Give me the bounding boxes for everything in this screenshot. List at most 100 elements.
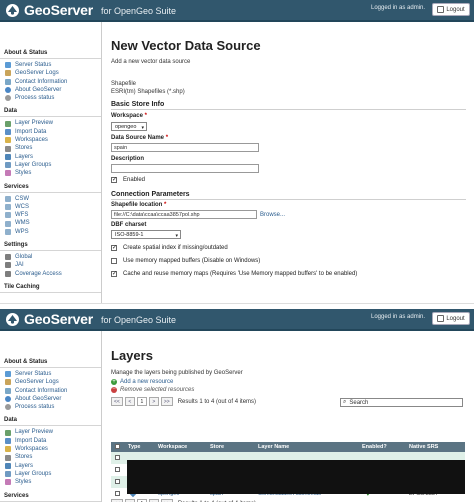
sidebar-item-wms[interactable]: WMS [0, 219, 101, 227]
sidebar-section-title: Tile Caching [0, 284, 101, 293]
row-checkbox[interactable] [115, 466, 120, 472]
sidebar-item-label: Stores [15, 454, 33, 461]
sidebar-item-label: Layer Groups [15, 470, 52, 477]
new-vector-data-source-screen: GeoServer for OpenGeo Suite Logged in as… [0, 0, 474, 303]
store-type-description: ESRI(tm) Shapefiles (*.shp) [111, 89, 185, 95]
sidebar-item-server-status[interactable]: Server Status [0, 61, 101, 69]
sidebar-item-workspaces[interactable]: Workspaces [0, 136, 101, 144]
cache-reuse-checkbox[interactable] [111, 270, 117, 277]
layers-screen: GeoServer for OpenGeo Suite Logged in as… [0, 309, 474, 502]
sidebar-item-global[interactable]: Global [0, 253, 101, 261]
sidebar-item-label: Layers [15, 153, 34, 160]
settings-icon [5, 270, 11, 277]
sidebar-item-process-status[interactable]: Process status [0, 94, 101, 102]
sidebar-item-label: Server Status [15, 62, 52, 68]
enabled-checkbox[interactable] [111, 176, 117, 183]
row-checkbox[interactable] [115, 478, 120, 484]
sidebar-item-stores[interactable]: Stores [0, 144, 101, 152]
sidebar-item-wfs[interactable]: WFS [0, 211, 101, 219]
sidebar-item-wcs[interactable]: WCS [0, 203, 101, 211]
remove-resources-link[interactable]: − Remove selected resources [111, 386, 474, 393]
sidebar-section-settings: Settings Global JAI Coverage Access [0, 242, 101, 278]
import-icon [5, 128, 11, 135]
col-workspace[interactable]: Workspace [158, 444, 210, 450]
sidebar-item-layer-preview[interactable]: Layer Preview [0, 428, 101, 436]
col-type[interactable]: Type [128, 444, 158, 450]
sidebar-item-workspaces[interactable]: Workspaces [0, 445, 101, 453]
page-description: Add a new vector data source [111, 59, 191, 65]
sidebar-item-label: Layer Preview [15, 120, 54, 127]
sidebar-item-process-status[interactable]: Process status [0, 403, 101, 411]
sidebar-item-coverage-access[interactable]: Coverage Access [0, 270, 101, 278]
description-input[interactable] [111, 164, 259, 173]
sidebar-item-geoserver-logs[interactable]: GeoServer Logs [0, 69, 101, 77]
select-all-checkbox[interactable] [115, 443, 120, 449]
logged-in-status: Logged in as admin. [371, 5, 426, 11]
sidebar-section-data: Data Layer Preview Import Data Workspace… [0, 417, 101, 486]
col-native-srs[interactable]: Native SRS [409, 444, 465, 450]
chevron-down-icon: ▾ [141, 125, 144, 131]
sidebar-section-title: Services [0, 493, 101, 502]
sidebar-item-stores[interactable]: Stores [0, 453, 101, 461]
sidebar-item-about-geoserver[interactable]: About GeoServer [0, 395, 101, 403]
sidebar-item-layers[interactable]: Layers [0, 462, 101, 470]
data-source-name-input[interactable]: spain [111, 143, 259, 152]
col-enabled[interactable]: Enabled? [362, 444, 409, 450]
browse-link[interactable]: Browse... [260, 212, 285, 218]
add-resource-link[interactable]: + Add a new resource [111, 379, 474, 385]
settings-icon [5, 254, 11, 261]
server-status-icon [5, 62, 11, 69]
sidebar-item-import-data[interactable]: Import Data [0, 437, 101, 445]
sidebar-item-layer-groups[interactable]: Layer Groups [0, 161, 101, 169]
col-layer-name[interactable]: Layer Name [258, 444, 362, 450]
cache-reuse-row: Cache and reuse memory maps (Requires 'U… [111, 270, 474, 277]
sidebar-item-jai[interactable]: JAI [0, 261, 101, 269]
search-icon: ⌕ [343, 399, 347, 405]
search-input[interactable]: ⌕ Search [340, 398, 463, 407]
pager-prev-button[interactable]: < [124, 397, 135, 406]
logs-icon [5, 379, 11, 386]
sidebar-item-contact-information[interactable]: Contact Information [0, 78, 101, 86]
logout-button[interactable]: Logout [432, 3, 470, 16]
row-checkbox[interactable] [115, 454, 120, 460]
pager-last-button[interactable]: >> [160, 397, 173, 406]
sidebar-item-server-status[interactable]: Server Status [0, 370, 101, 378]
sidebar-item-import-data[interactable]: Import Data [0, 128, 101, 136]
sidebar-item-styles[interactable]: Styles [0, 478, 101, 486]
main-content: Layers Manage the layers being published… [103, 331, 474, 502]
sidebar-item-label: Process status [15, 95, 55, 102]
sidebar-item-about-geoserver[interactable]: About GeoServer [0, 86, 101, 94]
sidebar-section-title: About & Status [0, 359, 101, 368]
layer-preview-icon [5, 429, 11, 436]
page-title: Layers [111, 348, 153, 363]
sidebar-item-layer-groups[interactable]: Layer Groups [0, 470, 101, 478]
palette-icon [5, 170, 11, 177]
sidebar-item-styles[interactable]: Styles [0, 169, 101, 177]
pager-next-button[interactable]: > [148, 397, 159, 406]
row-select-cell [111, 454, 128, 462]
enabled-label: Enabled [123, 177, 146, 183]
pager-page-1[interactable]: 1 [136, 397, 147, 406]
sidebar-item-geoserver-logs[interactable]: GeoServer Logs [0, 378, 101, 386]
sidebar-item-layers[interactable]: Layers [0, 153, 101, 161]
col-store[interactable]: Store [210, 444, 258, 450]
sidebar-item-csw[interactable]: CSW [0, 195, 101, 203]
sidebar-item-label: Coverage Access [15, 270, 62, 277]
pager-first-button[interactable]: << [111, 397, 123, 406]
dbf-charset-select[interactable]: ISO-8859-1 ▾ [111, 230, 181, 239]
sidebar-item-wps[interactable]: WPS [0, 228, 101, 236]
sidebar-section-title: Services [0, 184, 101, 193]
server-status-icon [5, 371, 11, 378]
shapefile-location-input[interactable]: file://C:\data\ccaa\ccaa3857pol.shp [111, 210, 257, 219]
workspace-select[interactable]: opengeo ▾ [111, 122, 147, 131]
sidebar-item-contact-information[interactable]: Contact Information [0, 387, 101, 395]
row-checkbox[interactable] [115, 490, 120, 496]
table-toolbar: << < 1 > >> Results 1 to 4 (out of 4 ite… [111, 397, 474, 408]
required-mark: * [165, 135, 169, 141]
logout-button[interactable]: Logout [432, 312, 470, 325]
sidebar-item-layer-preview[interactable]: Layer Preview [0, 119, 101, 127]
layers-icon [5, 462, 11, 469]
spatial-index-checkbox[interactable] [111, 244, 117, 251]
memory-mapped-checkbox[interactable] [111, 258, 117, 264]
row-select-cell [111, 466, 128, 474]
